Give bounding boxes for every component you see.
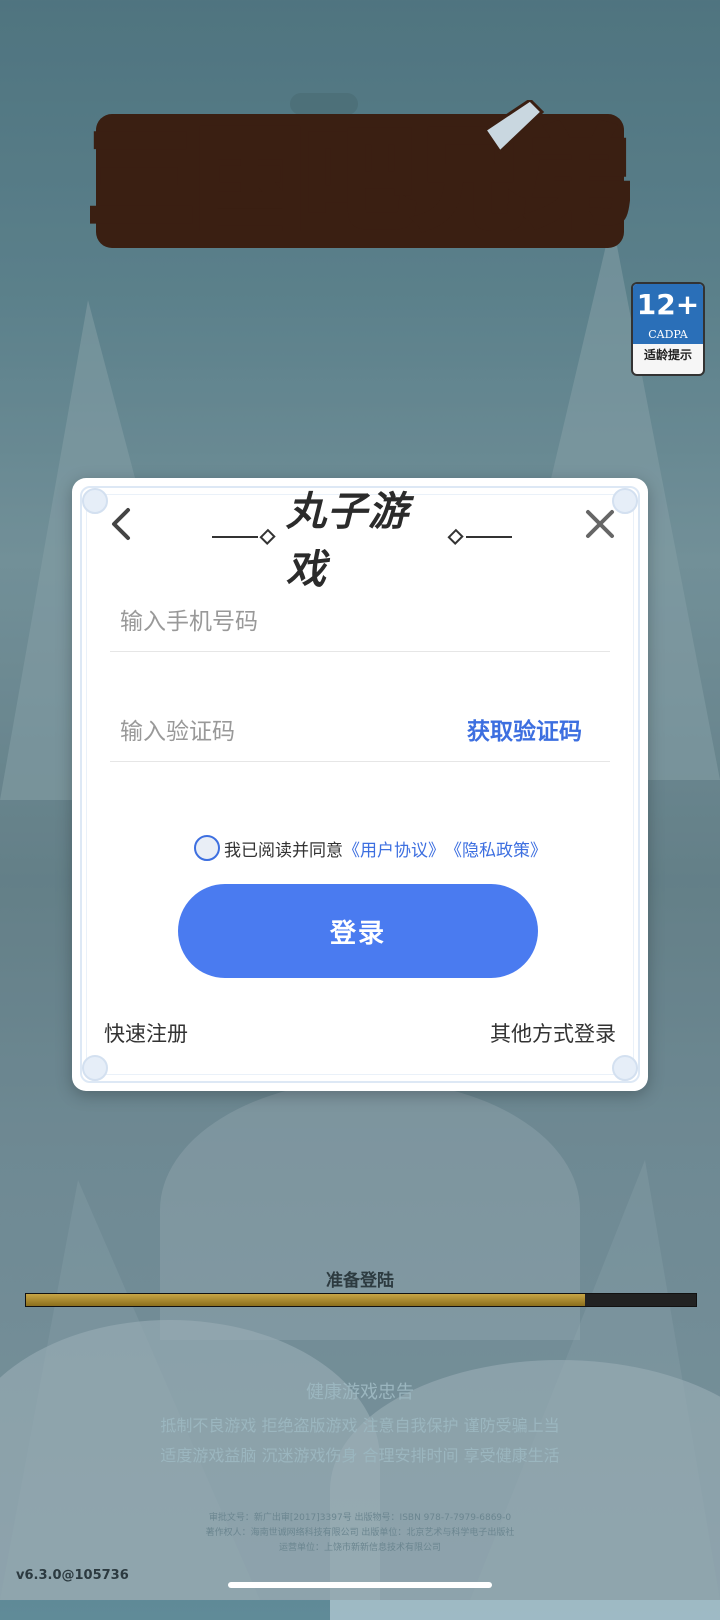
- corner-ornament-icon: [612, 1055, 638, 1081]
- brand-line-left: [212, 536, 259, 538]
- game-title-text: 三国吧兄弟: [90, 116, 630, 244]
- close-button[interactable]: [580, 504, 620, 544]
- corner-ornament-icon: [82, 1055, 108, 1081]
- game-logo: 三国吧兄弟: [90, 100, 630, 248]
- legal-line: 运营单位：上饶市新新信息技术有限公司: [278, 1543, 441, 1553]
- legal-line: 著作权人：海南世诚网络科技有限公司 出版单位：北京艺术与科学电子出版社: [205, 1528, 515, 1538]
- privacy-policy-link[interactable]: 《隐私政策》: [445, 836, 547, 861]
- login-dialog: 丸子游戏 获取验证码 我已阅读并同意 《用户协议》 《隐私政策》 登录 快速注册…: [72, 478, 648, 1091]
- verification-code-input[interactable]: [110, 701, 440, 761]
- age-rating-badge: 12+ CADPA 适龄提示: [631, 282, 705, 376]
- version-label: v6.3.0@105736: [16, 1568, 129, 1583]
- close-icon: [586, 510, 614, 538]
- phone-input[interactable]: [110, 591, 440, 651]
- agree-checkbox[interactable]: [194, 835, 220, 861]
- back-button[interactable]: [102, 504, 142, 544]
- get-code-button[interactable]: 获取验证码: [467, 701, 582, 761]
- phone-field: [110, 591, 610, 652]
- quick-register-link[interactable]: 快速注册: [104, 1018, 188, 1048]
- age-rating-hint: 适龄提示: [643, 348, 692, 362]
- other-login-link[interactable]: 其他方式登录: [490, 1018, 616, 1048]
- health-advisory-line: 适度游戏益脑 沉迷游戏伤身 合理安排时间 享受健康生活: [160, 1446, 560, 1465]
- diamond-icon: [447, 528, 465, 546]
- health-advisory-line: 抵制不良游戏 拒绝盗版游戏 注意自我保护 谨防受骗上当: [160, 1416, 560, 1435]
- agreement-row: 我已阅读并同意 《用户协议》 《隐私政策》: [194, 832, 547, 864]
- login-button[interactable]: 登录: [178, 884, 538, 978]
- brand-name: 丸子游戏: [285, 488, 409, 593]
- loading-progress-bar: [25, 1293, 697, 1307]
- brand-line-right: [465, 536, 512, 538]
- loading-label: 准备登陆: [326, 1271, 394, 1291]
- loading-progress-fill: [26, 1294, 586, 1306]
- home-indicator[interactable]: [228, 1582, 492, 1588]
- code-field: 获取验证码: [110, 701, 610, 762]
- legal-line: 审批文号：新广出审[2017]3397号 出版物号：ISBN 978-7-797…: [208, 1513, 512, 1523]
- diamond-icon: [259, 528, 277, 546]
- age-rating-number: 12+: [633, 284, 703, 326]
- chevron-left-icon: [112, 508, 130, 540]
- brand-logo: 丸子游戏: [212, 488, 512, 593]
- agree-text: 我已阅读并同意: [224, 840, 343, 860]
- user-agreement-link[interactable]: 《用户协议》: [343, 836, 445, 861]
- health-advisory-title: 健康游戏忠告: [306, 1382, 414, 1403]
- age-rating-org: CADPA: [633, 326, 703, 344]
